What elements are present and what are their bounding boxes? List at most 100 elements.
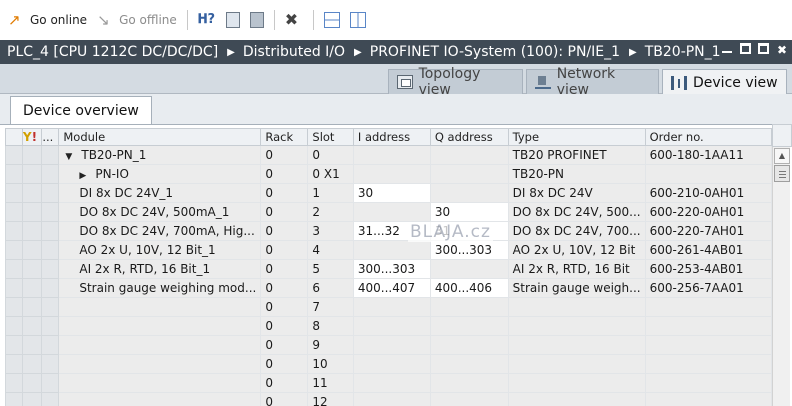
cell-rack[interactable]: 0: [260, 202, 309, 222]
cell-slot[interactable]: 9: [307, 335, 354, 355]
cell-slot[interactable]: 12: [307, 392, 354, 406]
breadcrumb-item-plc[interactable]: PLC_4 [CPU 1212C DC/DC/DC]: [7, 44, 218, 60]
minimize-button[interactable]: [722, 43, 734, 57]
cell-module[interactable]: AO 2x U, 10V, 12 Bit_1: [58, 240, 262, 260]
cell-rack[interactable]: 0: [260, 183, 309, 203]
cell-q-address[interactable]: 400...406: [429, 278, 509, 298]
cell-type[interactable]: [507, 316, 646, 336]
cell-module[interactable]: [58, 373, 262, 393]
cell-q-address[interactable]: [429, 354, 509, 374]
header-module[interactable]: Module: [58, 128, 262, 146]
cell-rack[interactable]: 0: [260, 354, 309, 374]
cell-i-address[interactable]: [352, 202, 431, 222]
cell-order-no[interactable]: 600-210-0AH01: [644, 183, 772, 203]
table-row[interactable]: DI 8x DC 24V_1 0 1 30 DI 8x DC 24V 600-210-0A…: [5, 183, 772, 203]
cell-module[interactable]: DO 8x DC 24V, 500mA_1: [58, 202, 262, 222]
cell-order-no[interactable]: 600-180-1AA11: [644, 145, 772, 165]
cell-rack[interactable]: 0: [260, 240, 309, 260]
cell-q-address[interactable]: 300...303: [429, 240, 509, 260]
table-row[interactable]: 0 11: [5, 373, 772, 393]
cell-slot[interactable]: 7: [307, 297, 354, 317]
cell-order-no[interactable]: 600-256-7AA01: [644, 278, 772, 298]
cell-module[interactable]: DI 8x DC 24V_1: [58, 183, 262, 203]
table-row[interactable]: DO 8x DC 24V, 700mA, Hig...0331...3231DO…: [5, 221, 772, 241]
vertical-scrollbar[interactable]: ▲: [772, 147, 790, 406]
table-row[interactable]: 07: [5, 297, 772, 317]
table-row[interactable]: 0 12: [5, 392, 772, 406]
cell-i-address[interactable]: [352, 145, 431, 165]
cell-i-address[interactable]: [352, 354, 431, 374]
go-online-button[interactable]: ↗ Go online: [4, 8, 91, 32]
tab-network-view[interactable]: Network view: [526, 66, 659, 98]
collapse-triangle-icon[interactable]: ▼: [65, 152, 75, 162]
cell-i-address[interactable]: [352, 297, 431, 317]
delete-button[interactable]: ✖: [281, 8, 307, 32]
maximize-button[interactable]: [758, 43, 770, 57]
header-filter[interactable]: Y!: [21, 128, 43, 146]
breadcrumb-item-device[interactable]: TB20-PN_1: [645, 44, 721, 60]
cell-i-address[interactable]: [352, 373, 431, 393]
header-more[interactable]: ...: [41, 128, 60, 146]
cell-q-address[interactable]: [429, 259, 509, 279]
table-row[interactable]: AI 2x R, RTD, 16 Bit_1 0 5 300...303 AI 2x R…: [5, 259, 772, 279]
cell-order-no[interactable]: [644, 297, 772, 317]
cell-type[interactable]: TB20-PN: [507, 164, 646, 184]
cell-order-no[interactable]: 600-220-0AH01: [644, 202, 772, 222]
header-i-address[interactable]: I address: [352, 128, 431, 146]
cell-slot[interactable]: 8: [307, 316, 354, 336]
table-row[interactable]: 08: [5, 316, 772, 336]
cell-order-no[interactable]: [644, 316, 772, 336]
table-row[interactable]: DO 8x DC 24V, 500mA_1 0 2 30 DO 8x DC 24V, 5…: [5, 202, 772, 222]
cell-i-address[interactable]: [352, 316, 431, 336]
cell-module[interactable]: [58, 335, 262, 355]
cell-type[interactable]: [507, 392, 646, 406]
breadcrumb-item-distributed-io[interactable]: Distributed I/O: [243, 44, 345, 60]
cell-i-address[interactable]: [352, 164, 431, 184]
tab-topology-view[interactable]: Topology view: [388, 66, 523, 98]
cell-type[interactable]: Strain gauge weigh...: [507, 278, 646, 298]
cell-slot[interactable]: 5: [307, 259, 354, 279]
module-info-button[interactable]: [222, 8, 244, 32]
go-offline-button[interactable]: ↘ Go offline: [93, 8, 181, 32]
cell-order-no[interactable]: 600-220-7AH01: [644, 221, 772, 241]
cell-type[interactable]: DI 8x DC 24V: [507, 183, 646, 203]
cell-slot[interactable]: 0: [307, 145, 354, 165]
expand-triangle-icon[interactable]: ▶: [79, 171, 89, 181]
cell-type[interactable]: [507, 335, 646, 355]
cell-rack[interactable]: 0: [260, 392, 309, 406]
cell-order-no[interactable]: [644, 335, 772, 355]
cell-slot[interactable]: 10: [307, 354, 354, 374]
cell-type[interactable]: DO 8x DC 24V, 700...: [507, 221, 646, 241]
cell-rack[interactable]: 0: [260, 259, 309, 279]
cell-q-address[interactable]: [429, 145, 509, 165]
split-vertical-button[interactable]: [346, 8, 370, 32]
cell-q-address[interactable]: [429, 316, 509, 336]
cell-module[interactable]: [58, 392, 262, 406]
cell-i-address[interactable]: [352, 392, 431, 406]
cell-i-address[interactable]: 300...303: [352, 259, 431, 279]
table-row[interactable]: 09: [5, 335, 772, 355]
cell-rack[interactable]: 0: [260, 145, 309, 165]
cell-module[interactable]: AI 2x R, RTD, 16 Bit_1: [58, 259, 262, 279]
cell-rack[interactable]: 0: [260, 297, 309, 317]
cell-q-address[interactable]: [429, 183, 509, 203]
accessible-devices-button[interactable]: 𝐇?: [194, 8, 220, 32]
module-copy-button[interactable]: [246, 8, 268, 32]
cell-q-address[interactable]: 30: [429, 202, 509, 222]
cell-order-no[interactable]: [644, 392, 772, 406]
cell-slot[interactable]: 0 X1: [307, 164, 354, 184]
split-horizontal-button[interactable]: [320, 8, 344, 32]
table-row[interactable]: AO 2x U, 10V, 12 Bit_1 0 4 300...303 AO 2x U…: [5, 240, 772, 260]
scroll-up-button[interactable]: ▲: [774, 148, 790, 164]
cell-order-no[interactable]: [644, 164, 772, 184]
cell-type[interactable]: AO 2x U, 10V, 12 Bit: [507, 240, 646, 260]
cell-q-address[interactable]: [429, 164, 509, 184]
cell-q-address[interactable]: [429, 297, 509, 317]
cell-type[interactable]: [507, 354, 646, 374]
cell-i-address[interactable]: [352, 335, 431, 355]
tab-device-overview[interactable]: Device overview: [10, 96, 152, 124]
header-q-address[interactable]: Q address: [429, 128, 509, 146]
cell-module[interactable]: DO 8x DC 24V, 700mA, Hig...: [58, 221, 262, 241]
cell-module[interactable]: ▶ PN-IO: [58, 164, 262, 184]
cell-order-no[interactable]: 600-253-4AB01: [644, 259, 772, 279]
